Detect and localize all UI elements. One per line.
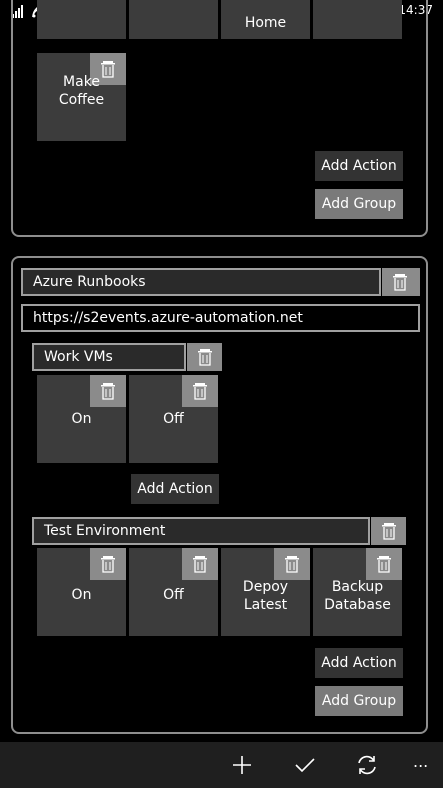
delete-button[interactable] [274, 548, 310, 580]
add-icon[interactable] [230, 753, 254, 777]
subgroup-name-field[interactable]: Work VMs [32, 343, 186, 371]
add-action-button[interactable]: Add Action [315, 648, 403, 678]
delete-subgroup-button[interactable] [371, 517, 406, 545]
tile-label: Off [163, 411, 184, 427]
delete-button[interactable] [366, 548, 402, 580]
tile-label-line2: Latest [243, 597, 288, 613]
refresh-icon[interactable] [355, 753, 379, 777]
trash-icon [382, 523, 396, 540]
trash-icon [198, 349, 212, 366]
delete-subgroup-button[interactable] [187, 343, 222, 371]
check-icon[interactable] [293, 753, 317, 777]
tile-label-line2: Coffee [58, 92, 105, 108]
tile-label: On [71, 587, 92, 603]
tile-label: Home [244, 15, 287, 31]
delete-button[interactable] [90, 548, 126, 580]
action-tile-home[interactable]: Home [221, 0, 310, 39]
app-bar: ... [0, 742, 443, 788]
action-tile-off[interactable]: Off [129, 375, 218, 463]
action-tile-on[interactable]: On [37, 548, 126, 636]
trash-icon [393, 274, 407, 291]
delete-button[interactable] [182, 375, 218, 407]
action-tile[interactable] [313, 0, 402, 39]
add-group-button[interactable]: Add Group [315, 686, 403, 716]
tile-label-line1: Make [63, 74, 100, 90]
action-tile-deploy-latest[interactable]: Depoy Latest [221, 548, 310, 636]
trash-icon [285, 556, 299, 573]
tile-label: Off [163, 587, 184, 603]
action-tile-make-coffee[interactable]: Make Coffee [37, 53, 126, 141]
action-tile[interactable] [37, 0, 126, 39]
url-field[interactable]: https://s2events.azure-automation.net [21, 304, 420, 332]
group-panel-azure-runbooks: Azure Runbooks https://s2events.azure-au… [11, 256, 428, 734]
group-panel-1: Home Make Coffee Add Action Add Group [11, 0, 428, 237]
add-action-button[interactable]: Add Action [131, 474, 219, 504]
trash-icon [101, 556, 115, 573]
tile-label-line1: Depoy [242, 579, 289, 595]
delete-button[interactable] [90, 375, 126, 407]
trash-icon [193, 556, 207, 573]
group-name-field[interactable]: Azure Runbooks [21, 268, 381, 296]
add-group-button[interactable]: Add Group [315, 189, 403, 219]
tile-label: On [71, 411, 92, 427]
add-action-button[interactable]: Add Action [315, 151, 403, 181]
subgroup-name-field[interactable]: Test Environment [32, 517, 370, 545]
delete-button[interactable] [182, 548, 218, 580]
delete-group-button[interactable] [382, 268, 420, 296]
trash-icon [377, 556, 391, 573]
trash-icon [101, 383, 115, 400]
trash-icon [193, 383, 207, 400]
action-tile-off[interactable]: Off [129, 548, 218, 636]
tile-label-line2: Database [324, 597, 391, 613]
action-tile-on[interactable]: On [37, 375, 126, 463]
action-tile[interactable] [129, 0, 218, 39]
tile-label-line1: Backup [331, 579, 384, 595]
more-icon[interactable]: ... [413, 752, 428, 771]
action-tile-backup-database[interactable]: Backup Database [313, 548, 402, 636]
